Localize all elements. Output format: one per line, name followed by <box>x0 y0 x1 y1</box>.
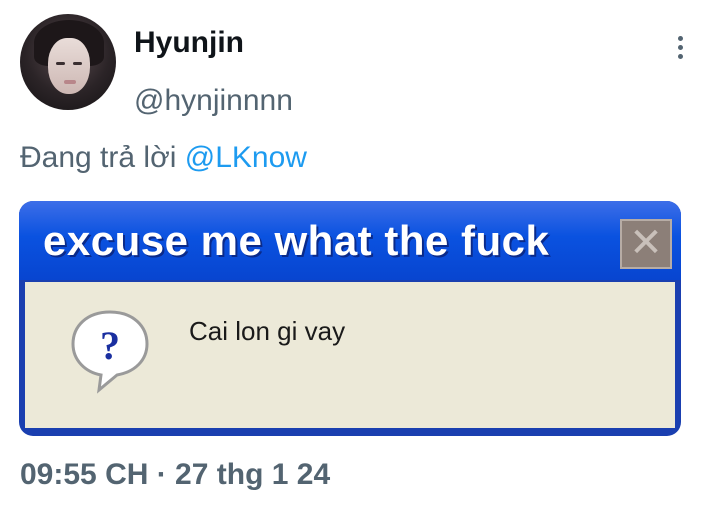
replying-to-label: Đang trả lời <box>20 141 185 174</box>
dialog-close-icon: ✕ <box>620 219 672 269</box>
question-glyph: ? <box>100 323 120 368</box>
tweet-media-image[interactable]: excuse me what the fuck ✕ ? Cai lon gi v… <box>19 201 681 436</box>
question-icon: ? <box>71 310 149 394</box>
tweet-timestamp[interactable]: 09:55 CH · 27 thg 1 24 <box>20 458 330 492</box>
avatar-eye-right <box>73 62 82 65</box>
dialog-title-bar: excuse me what the fuck ✕ <box>19 201 681 280</box>
dialog-title: excuse me what the fuck <box>43 217 550 264</box>
avatar-lips <box>64 80 76 84</box>
avatar-face <box>48 38 90 94</box>
reply-mention-link[interactable]: @LKnow <box>185 141 307 174</box>
display-name[interactable]: Hyunjin <box>134 26 244 60</box>
user-handle[interactable]: @hynjinnnn <box>134 84 293 118</box>
avatar[interactable] <box>20 14 116 110</box>
more-options-icon[interactable] <box>672 36 688 62</box>
dialog-body: ? Cai lon gi vay <box>25 282 675 428</box>
dialog-message: Cai lon gi vay <box>189 316 346 346</box>
avatar-eye-left <box>56 62 65 65</box>
replying-to: Đang trả lời @LKnow <box>20 141 307 175</box>
